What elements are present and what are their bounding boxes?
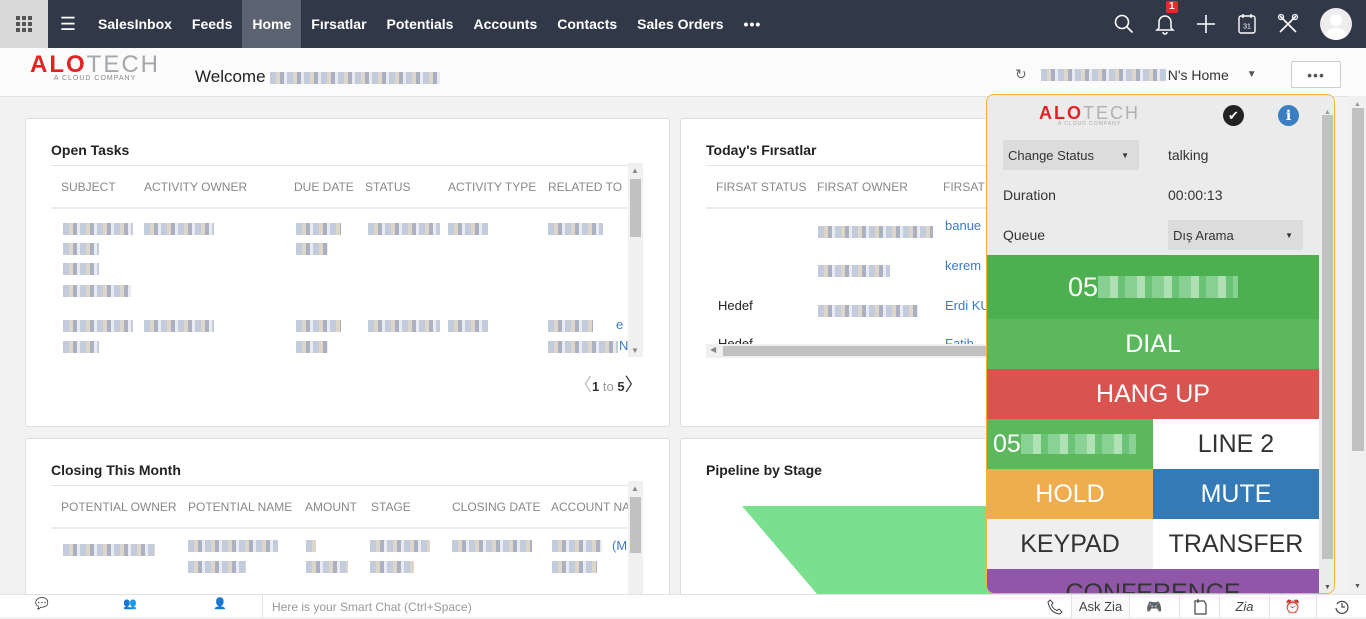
calendar-icon[interactable]: 31 <box>1226 0 1267 48</box>
table-header: POTENTIAL OWNER POTENTIAL NAME AMOUNT ST… <box>51 485 631 529</box>
tasks-scrollbar[interactable]: ▲ ▼ <box>628 163 643 357</box>
alarm-clock-icon[interactable]: ⏰ <box>1269 595 1316 618</box>
alotech-logo: ALOTECH A CLOUD COMPANY <box>1039 103 1140 127</box>
tab-sales-orders[interactable]: Sales Orders <box>627 0 733 48</box>
open-tasks-card: Open Tasks SUBJECT ACTIVITY OWNER DUE DA… <box>25 118 670 427</box>
more-options-button[interactable]: ••• <box>1291 61 1341 88</box>
notification-badge: 1 <box>1166 1 1178 13</box>
hang-up-button[interactable]: HANG UP <box>987 369 1319 419</box>
todays-firsatlar-card: Today's Fırsatlar FIRSAT STATUS FIRSAT O… <box>680 118 1000 427</box>
tab-contacts[interactable]: Contacts <box>547 0 627 48</box>
apps-grid-icon[interactable] <box>0 0 48 48</box>
card-title: Today's Fırsatlar <box>706 142 817 158</box>
alotech-logo: ALOTECH A CLOUD COMPANY <box>30 51 161 83</box>
zia-icon[interactable]: Zia <box>1219 595 1269 618</box>
menu-icon[interactable]: ☰ <box>48 0 88 48</box>
tab-salesinbox[interactable]: SalesInbox <box>88 0 182 48</box>
avatar[interactable] <box>1320 8 1352 40</box>
alotech-phone-widget: ALOTECH A CLOUD COMPANY ✔ i Change Statu… <box>986 94 1335 594</box>
smart-chat-input[interactable]: Here is your Smart Chat (Ctrl+Space) <box>262 595 782 618</box>
notes-icon[interactable] <box>1179 595 1219 618</box>
line-1-button[interactable]: 05 <box>987 419 1153 469</box>
transfer-button[interactable]: TRANSFER <box>1153 519 1319 569</box>
more-tabs-button[interactable]: ••• <box>734 0 772 48</box>
phone-icon[interactable] <box>1040 595 1070 618</box>
horizontal-scrollbar[interactable]: ◀ <box>706 344 996 358</box>
call-status: talking <box>1168 147 1209 163</box>
prev-page-icon[interactable]: 〈 <box>574 375 592 395</box>
duration-label: Duration <box>1003 187 1056 203</box>
bottom-bar: 💬 👥 👤 Here is your Smart Chat (Ctrl+Spac… <box>0 594 1366 618</box>
dial-button[interactable]: DIAL <box>987 319 1319 369</box>
module-tabs: SalesInbox Feeds Home Fırsatlar Potentia… <box>88 0 771 48</box>
tab-potentials[interactable]: Potentials <box>377 0 464 48</box>
card-title: Open Tasks <box>51 142 130 158</box>
table-row[interactable]: Hedef Fatih <box>681 332 999 344</box>
info-icon[interactable]: i <box>1278 105 1299 126</box>
home-view-selector[interactable]: ↻ N's Home ▼ <box>1015 66 1257 83</box>
change-status-select[interactable]: Change Status ▼ <box>1003 140 1139 170</box>
bell-icon[interactable]: 1 <box>1144 0 1185 48</box>
search-icon[interactable] <box>1103 0 1144 48</box>
welcome-text: Welcome <box>195 67 441 87</box>
user-name-redacted <box>270 71 441 84</box>
ask-zia-button[interactable]: Ask Zia <box>1071 595 1129 618</box>
phone-scrollbar[interactable]: ▲ ▼ <box>1320 95 1334 593</box>
table-header: FIRSAT STATUS FIRSAT OWNER FIRSAT <box>706 165 999 209</box>
tab-home[interactable]: Home <box>242 0 302 48</box>
plus-icon[interactable] <box>1185 0 1226 48</box>
game-controller-icon[interactable]: 🎮 <box>1129 595 1179 618</box>
channels-icon[interactable]: 👥 <box>110 597 150 610</box>
tab-firsatlar[interactable]: Fırsatlar <box>301 0 376 48</box>
pipeline-funnel-chart <box>742 506 999 594</box>
keypad-button[interactable]: KEYPAD <box>987 519 1153 569</box>
contacts-icon[interactable]: 👤 <box>200 597 240 610</box>
pagination: 〈1 to 5〉 <box>574 375 643 395</box>
card-title: Pipeline by Stage <box>706 462 822 478</box>
card-title: Closing This Month <box>51 462 181 478</box>
hold-button[interactable]: HOLD <box>987 469 1153 519</box>
next-page-icon[interactable]: 〉 <box>625 375 643 395</box>
svg-text:31: 31 <box>1243 24 1251 31</box>
tools-icon[interactable] <box>1267 0 1308 48</box>
phone-number-display[interactable]: 05 <box>987 255 1319 319</box>
page-header: ALOTECH A CLOUD COMPANY Welcome ↻ N's Ho… <box>0 48 1366 97</box>
tab-feeds[interactable]: Feeds <box>182 0 242 48</box>
top-nav-bar: ☰ SalesInbox Feeds Home Fırsatlar Potent… <box>0 0 1366 48</box>
pipeline-by-stage-card: Pipeline by Stage <box>680 438 1000 608</box>
refresh-icon[interactable]: ↻ <box>1015 66 1027 83</box>
queue-select[interactable]: Dış Arama ▼ <box>1168 220 1303 250</box>
table-header: SUBJECT ACTIVITY OWNER DUE DATE STATUS A… <box>51 165 631 209</box>
chevron-down-icon[interactable]: ▼ <box>1247 69 1257 80</box>
funnel-stage-1 <box>742 506 999 594</box>
tab-accounts[interactable]: Accounts <box>463 0 547 48</box>
queue-label: Queue <box>1003 227 1046 243</box>
history-icon[interactable] <box>1316 595 1366 618</box>
chats-icon[interactable]: 💬 <box>22 597 62 610</box>
mute-button[interactable]: MUTE <box>1153 469 1319 519</box>
line-2-button[interactable]: LINE 2 <box>1153 419 1319 469</box>
closing-scrollbar[interactable]: ▲ <box>628 481 643 607</box>
conference-button[interactable]: CONFERENCE <box>987 569 1319 593</box>
check-circle-icon[interactable]: ✔ <box>1223 105 1244 126</box>
closing-this-month-card: Closing This Month POTENTIAL OWNER POTEN… <box>25 438 670 608</box>
page-scrollbar[interactable]: ▲ ▼ <box>1349 96 1366 593</box>
duration-value: 00:00:13 <box>1168 187 1223 203</box>
